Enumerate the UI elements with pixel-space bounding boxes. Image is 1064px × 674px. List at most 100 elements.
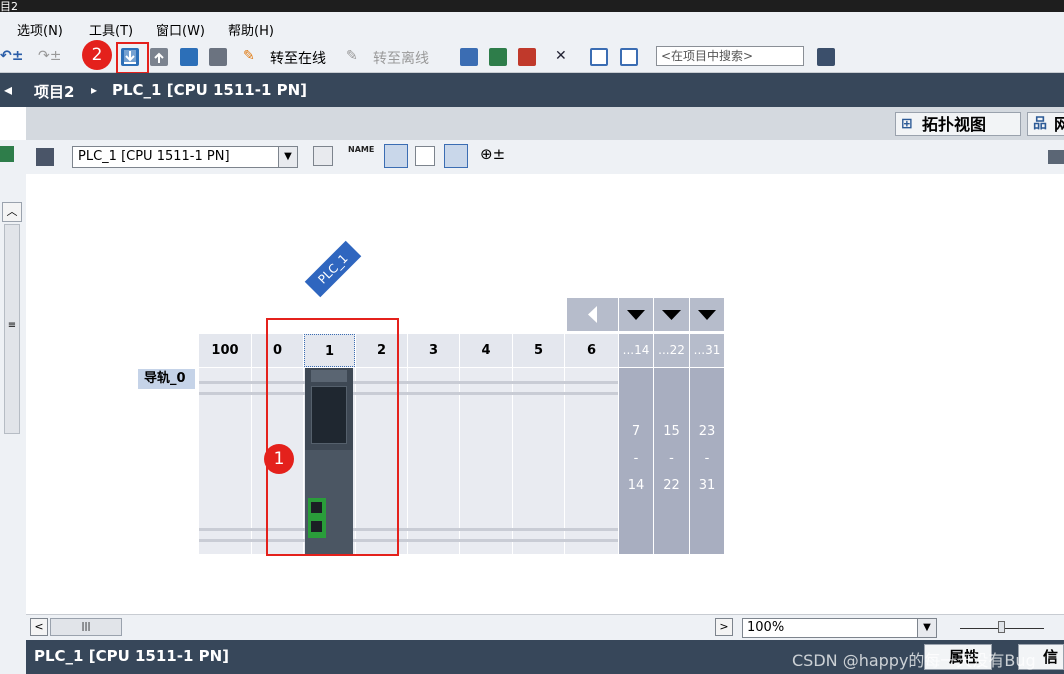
accessible-devices-icon[interactable] [460,48,478,66]
info-label: 信 [1043,648,1059,666]
zoom-slider-thumb[interactable] [998,621,1005,633]
rail-label[interactable]: 导轨_0 [138,369,195,389]
slot-header-3[interactable]: 3 [408,334,460,367]
download-highlight-box [116,42,149,74]
device-select-value: PLC_1 [CPU 1511-1 PN] [78,149,230,164]
slot-group-7-14-end: 14 [627,478,645,493]
go-online-icon: ✎ [243,48,255,64]
slot-body-3[interactable] [408,368,460,554]
slot-body-5[interactable] [513,368,565,554]
slot-group-15-22-end: 22 [663,478,680,493]
go-online-button[interactable]: 转至在线 [270,48,326,68]
inspector-device: PLC_1 [CPU 1511-1 PN] [34,647,230,665]
topology-icon: ⊞ [901,116,913,132]
device-select[interactable]: PLC_1 [CPU 1511-1 PN] ▼ [72,146,298,168]
collapse-arrow-icon[interactable]: ◂ [4,80,12,99]
canvas-status-bar: < ||| > 100% ▼ [26,614,1064,641]
slot-header-14[interactable]: ...14 [619,334,654,367]
slot-group-23-31-end: 31 [698,478,716,493]
menu-tools[interactable]: 工具(T) [89,20,133,39]
compile-icon[interactable] [209,48,227,66]
zoom-value: 100% [747,620,785,635]
slot-group-23-31-start: 23 [698,424,716,439]
split-horizontal-icon[interactable] [590,48,608,66]
zoom-in-icon[interactable]: ⊕± [480,145,505,163]
rack-scroll-left-button[interactable] [567,298,618,331]
left-panel-icon[interactable] [0,146,14,162]
menu-options[interactable]: 选项(N) [17,20,63,39]
scroll-right-button[interactable]: > [715,618,733,636]
chevron-down-icon[interactable]: ▼ [278,147,297,167]
scroll-up-button[interactable]: ︿ [2,202,22,222]
expand-slots-14-button[interactable] [619,298,653,331]
split-vertical-icon[interactable] [620,48,638,66]
tab-network-label: 网 [1054,115,1064,134]
breadcrumb-separator: ▸ [91,83,98,97]
title-bar: 目2 [0,0,1064,13]
zoom-chevron-down-icon[interactable]: ▼ [917,619,936,637]
grid-toggle-icon[interactable] [415,146,435,166]
expand-slots-22-button[interactable] [654,298,689,331]
tab-topology-label: 拓扑视图 [922,115,987,134]
redo-icon[interactable]: ↷± [38,48,61,64]
rail-bottom-line-2 [199,539,618,542]
slot-body-100[interactable] [199,368,252,554]
cpu-highlight-box [266,318,399,556]
slot-group-7-14[interactable]: 7 - 14 [619,368,653,554]
show-module-icon[interactable] [313,146,333,166]
slot-body-6[interactable] [565,368,619,554]
slot-group-15-22-dash: - [669,451,674,466]
slot-group-15-22[interactable]: 15 - 22 [654,368,689,554]
device-overview-icon[interactable] [1048,150,1064,164]
slot-group-23-31[interactable]: 23 - 31 [690,368,724,554]
device-add-icon[interactable] [36,148,54,166]
slot-header-4[interactable]: 4 [460,334,513,367]
stop-cpu-icon[interactable] [518,48,536,66]
name-toggle-icon[interactable]: NAME [348,145,374,167]
slot-header-5[interactable]: 5 [513,334,565,367]
tab-topology-view[interactable]: ⊞ 拓扑视图 [895,112,1021,136]
annotation-badge-1: 1 [264,444,294,474]
tab-network-view[interactable]: 品 网 [1027,112,1064,136]
slot-header-31[interactable]: ...31 [690,334,725,367]
undo-icon[interactable]: ↶± [0,48,23,64]
search-go-icon[interactable] [817,48,835,66]
slot-header-6[interactable]: 6 [565,334,619,367]
horizontal-scrollbar[interactable]: ||| [50,618,122,636]
scroll-left-button[interactable]: < [30,618,48,636]
main-toolbar: ↶± ↷± ✎ 转至在线 ✎ 转至离线 ✕ <在项目中搜索> [0,42,1064,73]
expand-slots-31-button[interactable] [690,298,724,331]
menu-window[interactable]: 窗口(W) [156,20,205,39]
menu-bar: 选项(N) 工具(T) 窗口(W) 帮助(H) [0,12,1064,42]
watermark: CSDN @happy的每一天没有Bug [792,651,1036,670]
network-icon: 品 [1033,116,1047,132]
go-offline-button[interactable]: 转至离线 [373,48,429,68]
slot-header-100[interactable]: 100 [199,334,252,367]
view-tabs: ⊞ 拓扑视图 品 网 [26,107,1064,141]
left-panel-strip: ︿ ≡ [0,140,27,674]
page-break-icon[interactable] [444,144,468,168]
cross-reference-icon[interactable]: ✕ [555,48,567,64]
show-labels-icon[interactable] [384,144,408,168]
slot-group-7-14-start: 7 [631,424,641,439]
monitor-icon[interactable] [180,48,198,66]
breadcrumb-project[interactable]: 项目2 [34,81,74,102]
slot-header-22[interactable]: ...22 [654,334,690,367]
menu-help[interactable]: 帮助(H) [228,20,274,39]
slot-group-23-31-dash: - [704,451,710,466]
annotation-badge-2: 2 [82,40,112,70]
go-offline-icon: ✎ [346,48,358,64]
breadcrumb-device[interactable]: PLC_1 [CPU 1511-1 PN] [112,81,307,99]
breadcrumb: ◂ 项目2 ▸ PLC_1 [CPU 1511-1 PN] [0,73,1064,107]
rail-bottom-line [199,528,618,531]
slot-group-7-14-dash: - [633,451,639,466]
project-search-input[interactable]: <在项目中搜索> [656,46,804,66]
start-cpu-icon[interactable] [489,48,507,66]
zoom-select[interactable]: 100% ▼ [742,618,937,638]
upload-from-device-icon[interactable] [150,48,168,66]
rail-top-line-2 [199,392,618,395]
vertical-scrollbar[interactable]: ≡ [4,224,20,434]
slot-body-4[interactable] [460,368,513,554]
slot-group-15-22-start: 15 [663,424,680,439]
rail-top-line [199,381,618,384]
